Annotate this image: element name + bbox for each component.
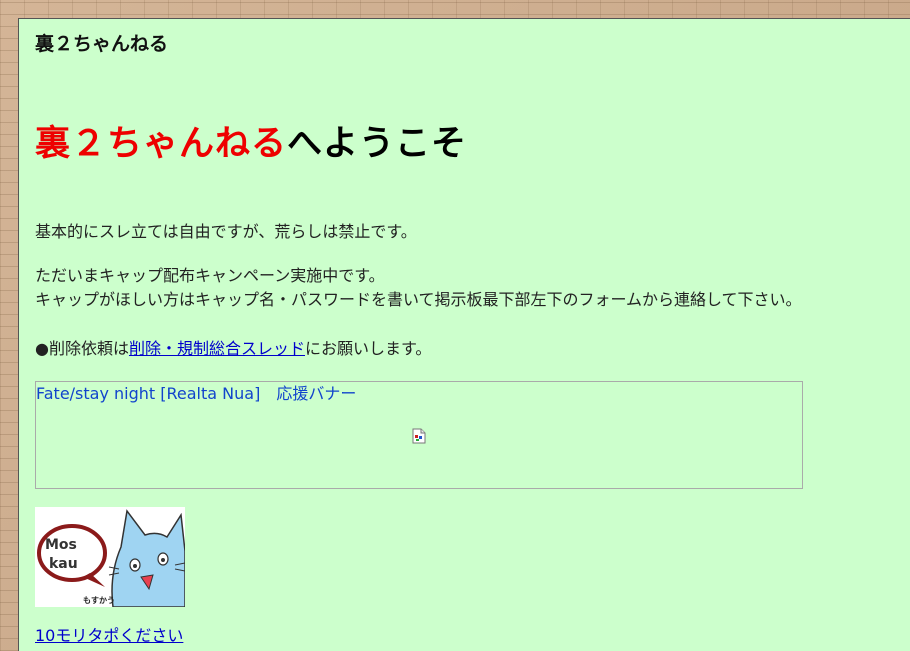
campaign-notice: ただいまキャップ配布キャンペーン実施中です。キャップがほしい方はキャップ名・パス… — [35, 264, 802, 312]
campaign-line-2: キャップがほしい方はキャップ名・パスワードを書いて掲示板最下部左下のフォームから… — [35, 290, 802, 309]
campaign-line-1: ただいまキャップ配布キャンペーン実施中です。 — [35, 266, 385, 285]
welcome-heading: 裏２ちゃんねるへようこそ — [35, 115, 467, 166]
moskau-cat-illustration: Mos kau もすかう — [35, 507, 185, 607]
bubble-text-1: Mos — [45, 537, 77, 553]
delete-request-notice: ●削除依頼は削除・規制総合スレッドにお願いします。 — [35, 337, 431, 361]
delete-suffix: にお願いします。 — [304, 339, 432, 358]
banner-title: Fate/stay night [Realta Nua] 応援バナー — [36, 384, 357, 403]
site-name: 裏２ちゃんねる — [35, 33, 169, 55]
moskau-cat-image[interactable]: Mos kau もすかう — [35, 507, 185, 607]
support-banner-box: Fate/stay night [Realta Nua] 応援バナー — [35, 381, 803, 489]
broken-image-icon[interactable] — [412, 428, 426, 444]
image-caption: もすかう — [83, 596, 115, 605]
morita-link[interactable]: 10モリタポください — [35, 624, 183, 648]
bubble-text-2: kau — [49, 556, 78, 572]
rule-notice: 基本的にスレ立ては自由ですが、荒らしは禁止です。 — [35, 222, 417, 241]
welcome-site-name: 裏２ちゃんねる — [35, 124, 288, 164]
delete-thread-link[interactable]: 削除・規制総合スレッド — [129, 339, 305, 358]
welcome-suffix: へようこそ — [287, 124, 468, 164]
delete-prefix: ●削除依頼は — [35, 339, 129, 358]
board-panel: 裏２ちゃんねる 裏２ちゃんねるへようこそ 基本的にスレ立ては自由ですが、荒らしは… — [18, 18, 910, 651]
